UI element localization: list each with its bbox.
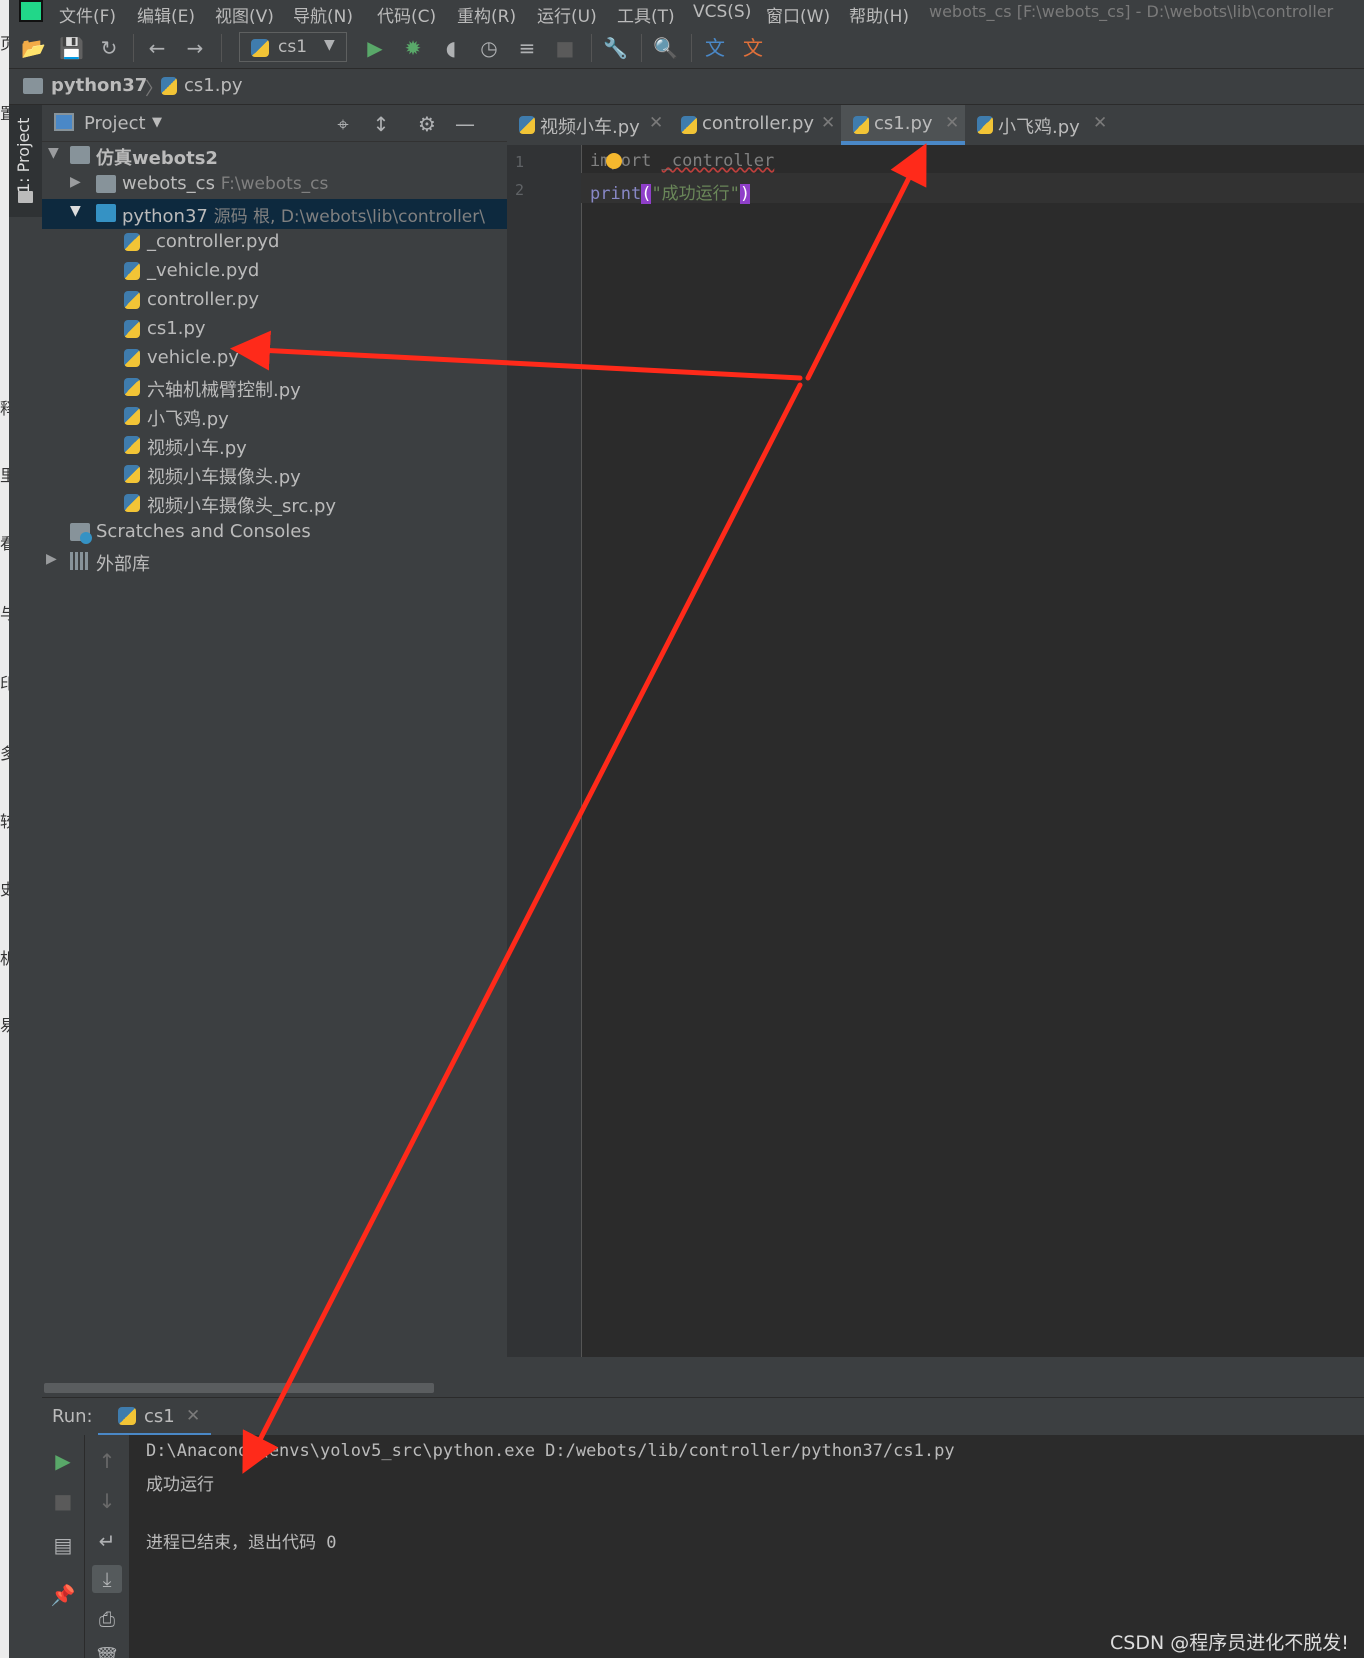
arrow-to-tree-cs1 <box>230 330 803 381</box>
arrow-to-tab-cs1 <box>805 143 927 381</box>
arrow-to-console-output <box>242 382 803 1474</box>
annotation-arrows <box>230 143 927 1474</box>
ide-window: 页 置 释 里 看 与 印 多 较 史 机 易 文件(F) 编辑(E) 视图(V… <box>0 0 1364 1658</box>
